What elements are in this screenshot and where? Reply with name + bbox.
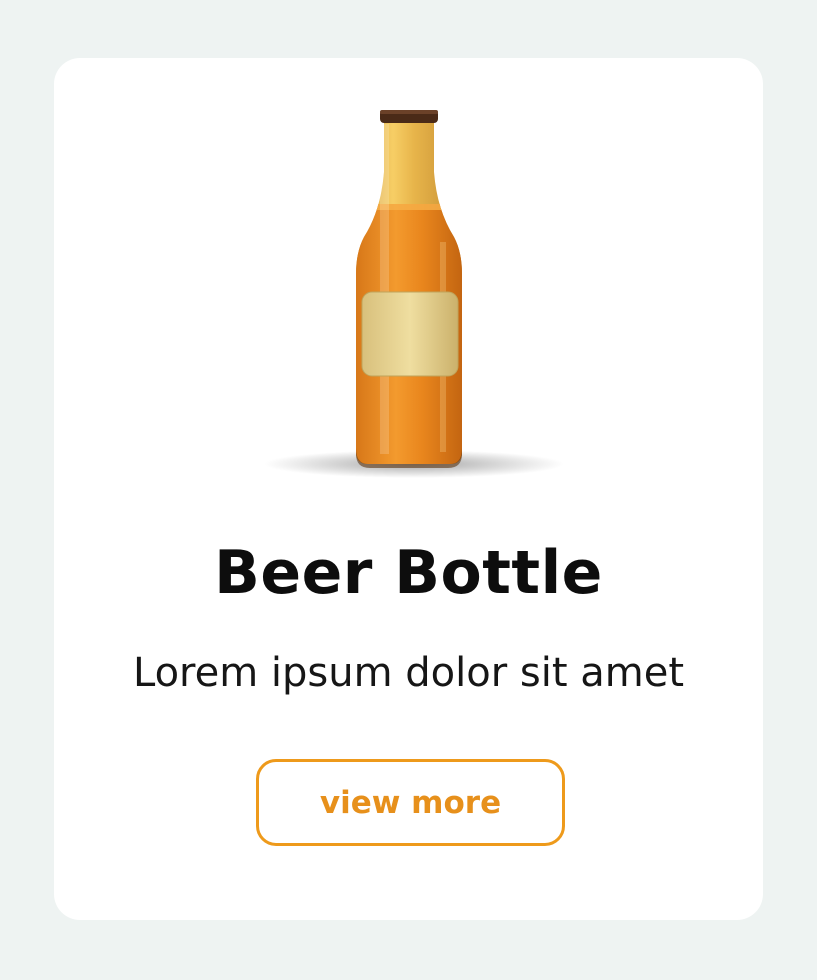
- view-more-button[interactable]: view more: [256, 759, 565, 846]
- product-title: Beer Bottle: [214, 538, 603, 608]
- product-card: Beer Bottle Lorem ipsum dolor sit amet v…: [54, 58, 763, 920]
- product-description: Lorem ipsum dolor sit amet: [132, 650, 684, 696]
- beer-bottle-icon: [234, 102, 584, 482]
